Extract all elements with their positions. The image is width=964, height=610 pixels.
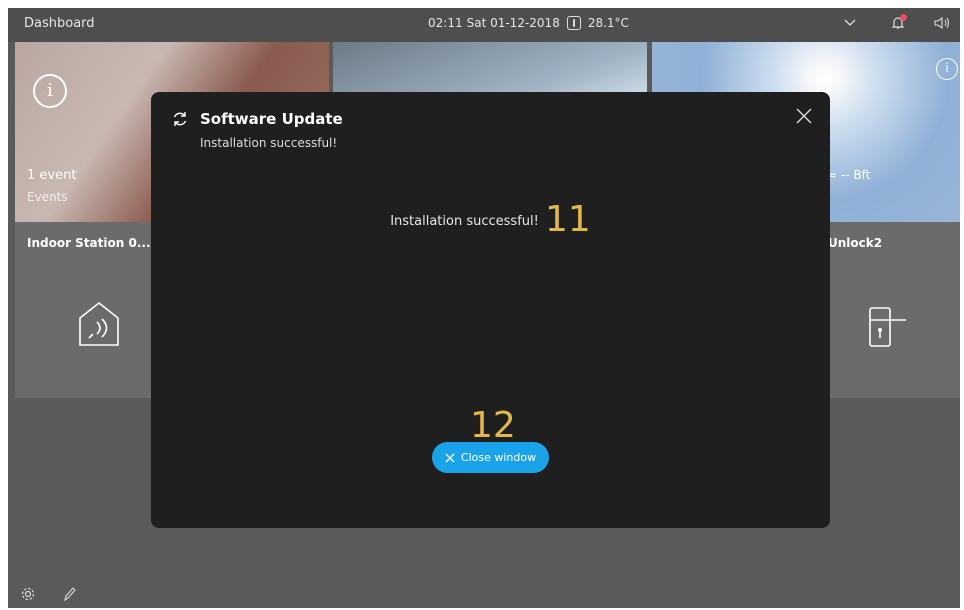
page-title: Dashboard — [24, 16, 95, 31]
step-marker-12: 12 — [470, 405, 516, 446]
thermometer-icon — [566, 16, 581, 30]
unlock-label: Unlock2 — [828, 236, 883, 250]
wind-value: -- Bft — [840, 168, 871, 182]
close-window-button[interactable]: Close window — [432, 442, 549, 473]
info-icon: i — [33, 74, 67, 108]
step-marker-11: 11 — [544, 199, 591, 240]
dialog-title: Software Update — [200, 110, 343, 128]
house-sound-icon — [77, 300, 121, 352]
indoor-station-label: Indoor Station 0... — [27, 236, 151, 250]
time-text: 02:11 — [428, 16, 463, 30]
dialog-subtitle: Installation successful! — [200, 136, 338, 150]
info-icon[interactable]: i — [936, 58, 958, 80]
message-text: Installation successful! — [390, 214, 539, 229]
notification-dot — [900, 14, 907, 21]
top-bar: Dashboard 02:11 Sat 01-12-2018 28.1°C — [8, 8, 960, 42]
date-text: Sat 01-12-2018 — [466, 16, 560, 30]
bell-icon[interactable] — [888, 14, 908, 35]
gear-icon[interactable] — [20, 586, 36, 606]
close-icon[interactable] — [794, 106, 814, 126]
speaker-icon[interactable] — [932, 15, 952, 35]
dashboard-screen: Dashboard 02:11 Sat 01-12-2018 28.1°C i … — [8, 8, 960, 608]
chevron-down-icon[interactable] — [840, 15, 860, 35]
events-label: Events — [27, 190, 68, 204]
door-lock-icon — [866, 298, 910, 354]
pencil-icon[interactable] — [62, 586, 78, 606]
wind-text: ≈ -- Bft — [827, 168, 871, 182]
software-update-dialog: Software Update Installation successful!… — [151, 92, 830, 528]
refresh-icon — [171, 110, 189, 132]
status-center: 02:11 Sat 01-12-2018 28.1°C — [428, 16, 629, 30]
close-window-label: Close window — [460, 451, 537, 464]
dialog-message: Installation successful! 11 — [151, 199, 830, 240]
close-icon — [445, 453, 455, 462]
events-count: 1 event — [27, 168, 77, 183]
temperature-text: 28.1°C — [587, 16, 629, 30]
